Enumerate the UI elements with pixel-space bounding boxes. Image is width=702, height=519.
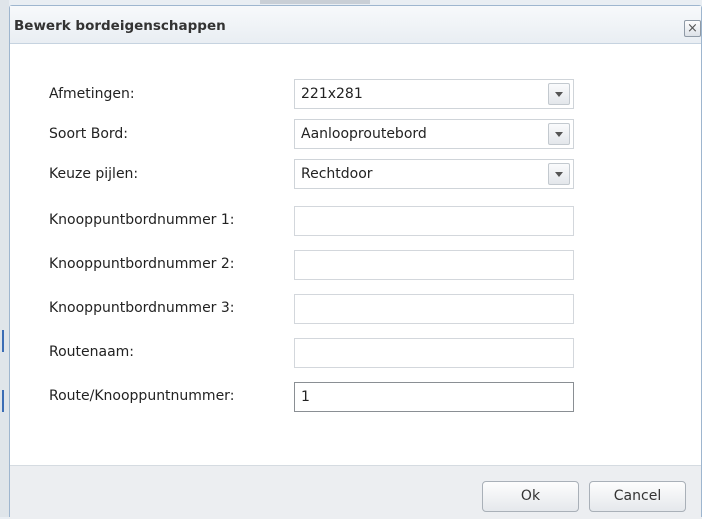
chevron-down-icon[interactable] (548, 163, 570, 185)
ok-button[interactable]: Ok (482, 481, 579, 512)
chevron-down-icon[interactable] (548, 123, 570, 145)
edit-sign-properties-dialog: Bewerk bordeigenschappen × Afmetingen: 2… (9, 5, 702, 519)
background-toolbar-fragment (260, 0, 370, 4)
background-page (0, 0, 9, 517)
arrows-select[interactable]: Rechtdoor (294, 159, 574, 189)
arrows-value: Rechtdoor (301, 166, 373, 182)
dimensions-label: Afmetingen: (49, 86, 135, 102)
dimensions-value: 221x281 (301, 86, 363, 102)
route-name-input[interactable] (294, 338, 574, 368)
background-marker (2, 390, 4, 412)
arrows-label: Keuze pijlen: (49, 166, 139, 182)
node-number-1-input[interactable] (294, 206, 574, 236)
node-number-3-input[interactable] (294, 294, 574, 324)
route-node-number-label: Route/Knooppuntnummer: (49, 388, 235, 404)
sign-type-label: Soort Bord: (49, 126, 128, 142)
route-name-label: Routenaam: (49, 344, 135, 360)
dimensions-select[interactable]: 221x281 (294, 79, 574, 109)
cancel-button[interactable]: Cancel (589, 481, 686, 512)
dialog-body: Afmetingen: 221x281 Soort Bord: Aanloopr… (10, 44, 701, 465)
node-number-2-label: Knooppuntbordnummer 2: (49, 256, 235, 272)
sign-type-select[interactable]: Aanlooproutebord (294, 119, 574, 149)
route-node-number-input[interactable] (294, 382, 574, 412)
node-number-2-input[interactable] (294, 250, 574, 280)
close-icon[interactable]: × (684, 20, 701, 37)
node-number-3-label: Knooppuntbordnummer 3: (49, 300, 235, 316)
dialog-title: Bewerk bordeigenschappen (14, 18, 226, 34)
background-marker (2, 330, 4, 352)
node-number-1-label: Knooppuntbordnummer 1: (49, 212, 235, 228)
dialog-footer: Ok Cancel (10, 465, 701, 519)
chevron-down-icon[interactable] (548, 83, 570, 105)
dialog-titlebar[interactable]: Bewerk bordeigenschappen × (10, 6, 701, 44)
sign-type-value: Aanlooproutebord (301, 126, 427, 142)
